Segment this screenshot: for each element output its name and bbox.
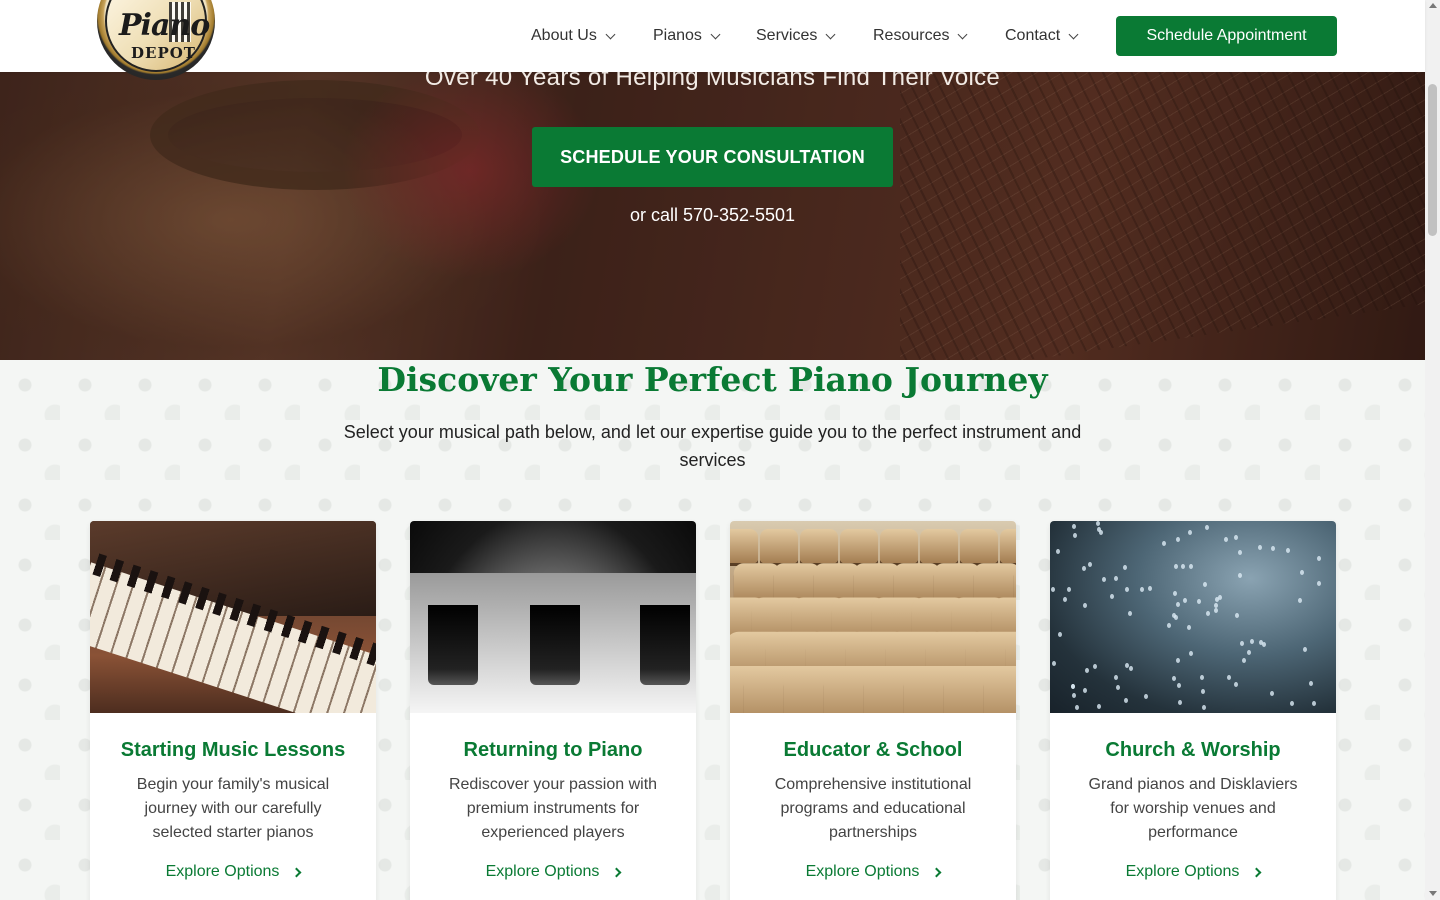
nav-item-services[interactable]: Services [756, 24, 836, 48]
page-scrollbar[interactable] [1425, 0, 1440, 900]
nav-label: Services [756, 27, 818, 44]
chevron-right-icon [1251, 867, 1262, 877]
chevron-down-icon [605, 29, 616, 39]
card-title: Educator & School [783, 739, 963, 761]
card-title: Returning to Piano [463, 739, 643, 761]
piano-keys-photo [90, 521, 376, 713]
logo-badge: Piano DEPOT [105, 0, 210, 72]
card-title: Starting Music Lessons [120, 739, 346, 761]
nav-item-pianos[interactable]: Pianos [653, 24, 721, 48]
journey-card-starting-lessons[interactable]: Starting Music Lessons Begin your family… [90, 521, 376, 900]
chevron-down-icon [1068, 29, 1079, 39]
card-description: Comprehensive institutional programs and… [774, 776, 972, 841]
section-subtitle: Select your musical path below, and let … [343, 422, 1082, 470]
chevron-down-icon [825, 29, 836, 39]
card-description: Rediscover your passion with premium ins… [448, 776, 658, 841]
site-header: Piano DEPOT About Us Pianos Services Res… [0, 0, 1425, 80]
schedule-appointment-button[interactable]: Schedule Appointment [1116, 16, 1337, 56]
chevron-right-icon [931, 867, 942, 877]
chevron-right-icon [611, 867, 622, 877]
explore-options-link[interactable]: Explore Options [410, 863, 696, 881]
link-label: Explore Options [1125, 863, 1240, 880]
section-title: Discover Your Perfect Piano Journey [377, 360, 1048, 399]
link-label: Explore Options [805, 863, 920, 880]
auditorium-seats-photo [730, 521, 1016, 713]
chevron-right-icon [291, 867, 302, 877]
chevron-down-icon [958, 29, 968, 39]
journey-card-returning-to-piano[interactable]: Returning to Piano Rediscover your passi… [410, 521, 696, 900]
explore-options-link[interactable]: Explore Options [1050, 863, 1336, 881]
card-description: Begin your family's musical journey with… [136, 776, 330, 841]
nav-item-contact[interactable]: Contact [1005, 24, 1079, 48]
link-label: Explore Options [485, 863, 600, 880]
schedule-consultation-button[interactable]: SCHEDULE YOUR CONSULTATION [532, 127, 893, 187]
logo-text-depot: DEPOT [131, 44, 196, 62]
piano-depot-logo[interactable]: Piano DEPOT [97, 0, 215, 80]
journey-card-educator-school[interactable]: Educator & School Comprehensive institut… [730, 521, 1016, 900]
link-label: Explore Options [165, 863, 280, 880]
journey-section: Discover Your Perfect Piano Journey Sele… [0, 360, 1425, 900]
card-title: Church & Worship [1105, 739, 1281, 761]
logo-text-piano: Piano [119, 8, 210, 43]
nav-item-resources[interactable]: Resources [873, 24, 968, 48]
hero-call-text[interactable]: or call 570-352-5501 [0, 205, 1425, 226]
chevron-down-icon [710, 29, 721, 39]
nav-label: Resources [873, 27, 950, 44]
nav-item-about-us[interactable]: About Us [531, 24, 616, 48]
nav-label: Pianos [653, 27, 702, 44]
scrollbar-thumb[interactable] [1428, 84, 1437, 236]
nav-label: About Us [531, 27, 597, 44]
rain-window-photo [1050, 521, 1336, 713]
scroll-down-arrow-icon[interactable] [1429, 891, 1437, 896]
card-description: Grand pianos and Disklaviers for worship… [1088, 776, 1298, 841]
explore-options-link[interactable]: Explore Options [90, 863, 376, 881]
scroll-up-arrow-icon[interactable] [1429, 3, 1437, 8]
nav-label: Contact [1005, 27, 1061, 44]
journey-card-church-worship[interactable]: Church & Worship Grand pianos and Diskla… [1050, 521, 1336, 900]
explore-options-link[interactable]: Explore Options [730, 863, 1016, 881]
piano-closeup-photo [410, 521, 696, 713]
